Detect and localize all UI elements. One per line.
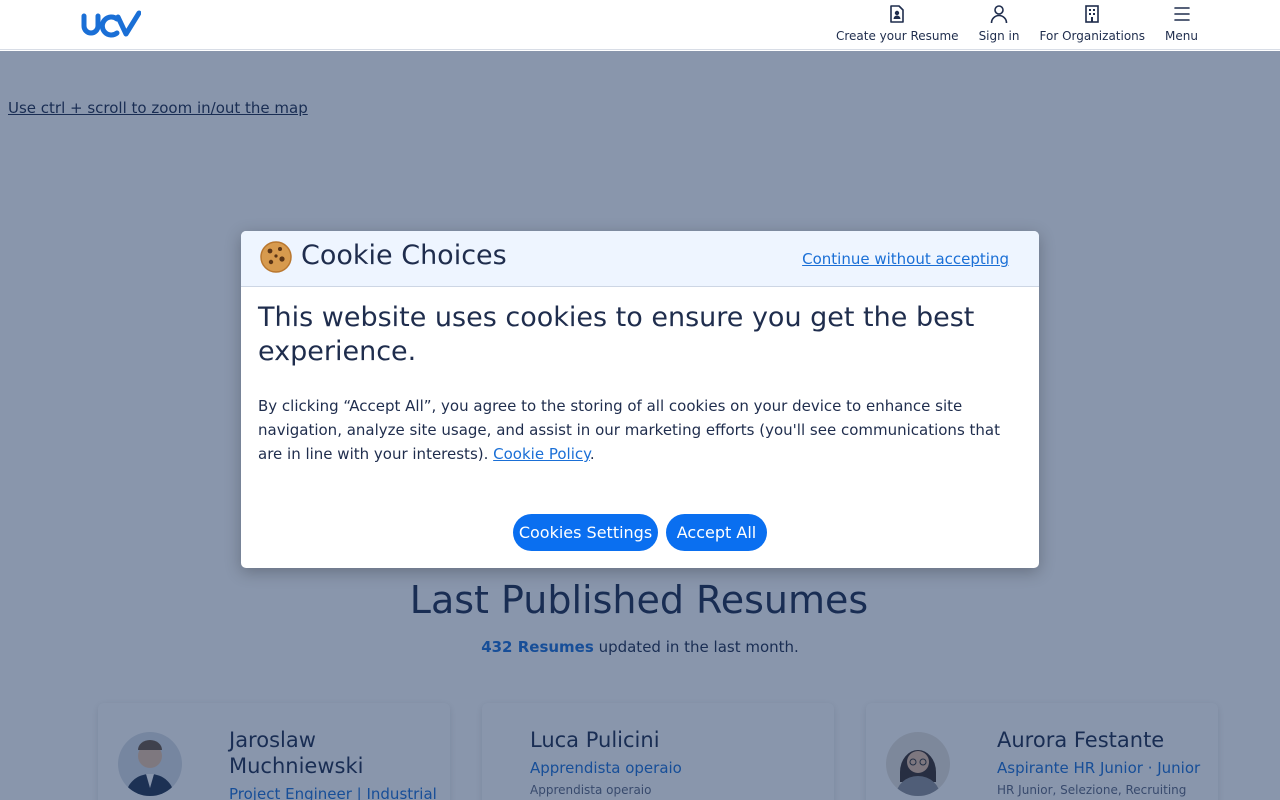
nav-sign-in[interactable]: Sign in	[979, 0, 1020, 50]
cookie-dialog-text: By clicking “Accept All”, you agree to t…	[258, 394, 1028, 466]
nav-create-resume-label: Create your Resume	[835, 29, 959, 43]
user-icon	[990, 5, 1008, 24]
cookie-dialog-body: By clicking “Accept All”, you agree to t…	[258, 397, 1000, 463]
building-icon	[1085, 5, 1100, 23]
site-header: Create your Resume Sign in For Organizat…	[0, 0, 1280, 50]
cookie-dialog-body-end: .	[589, 445, 595, 463]
ucv-logo[interactable]	[81, 10, 142, 40]
cookie-consent-dialog: Cookie Choices Continue without acceptin…	[241, 231, 1039, 568]
nav-for-organizations[interactable]: For Organizations	[1039, 0, 1146, 50]
nav-sign-in-label: Sign in	[978, 29, 1020, 43]
cookie-policy-link[interactable]: Cookie Policy	[493, 445, 590, 463]
nav-menu[interactable]: Menu	[1165, 0, 1198, 50]
accept-all-button[interactable]: Accept All	[666, 514, 767, 551]
cookie-dialog-headline: This website uses cookies to ensure you …	[258, 302, 975, 367]
cookie-icon	[260, 241, 292, 273]
nav-menu-label: Menu	[1165, 29, 1198, 43]
nav-create-resume[interactable]: Create your Resume	[836, 0, 959, 50]
cookie-dialog-header: Cookie Choices Continue without acceptin…	[241, 231, 1039, 287]
cookie-dialog-title: Cookie Choices	[301, 240, 507, 271]
continue-without-accepting-link[interactable]: Continue without accepting	[802, 250, 1009, 268]
resume-file-icon	[890, 5, 905, 23]
main-nav: Create your Resume Sign in For Organizat…	[836, 0, 1198, 50]
hamburger-menu-icon	[1173, 7, 1190, 21]
nav-for-organizations-label: For Organizations	[1039, 29, 1146, 43]
cookies-settings-button[interactable]: Cookies Settings	[513, 514, 658, 551]
